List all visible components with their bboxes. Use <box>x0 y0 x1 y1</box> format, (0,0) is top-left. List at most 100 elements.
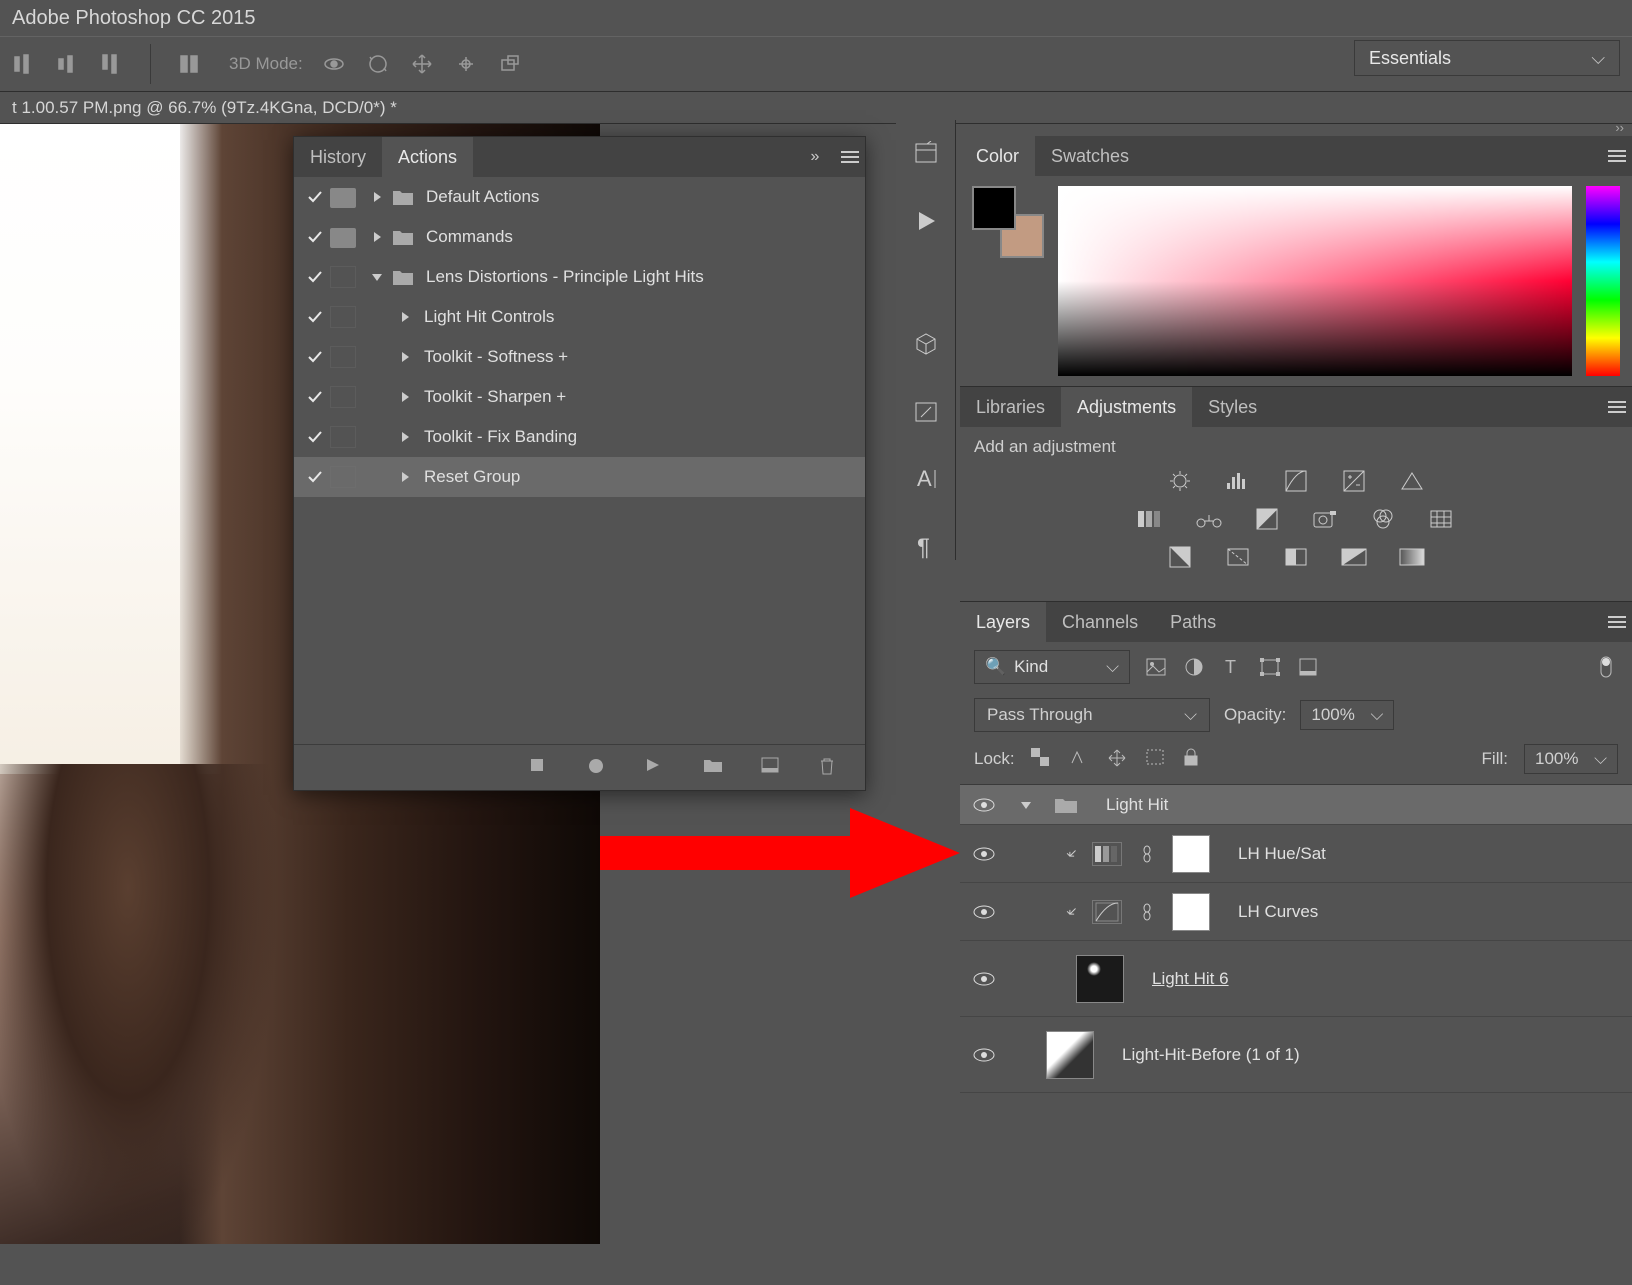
stop-icon[interactable] <box>529 757 551 779</box>
action-checkmark[interactable] <box>300 230 330 244</box>
action-row[interactable]: Commands <box>294 217 865 257</box>
chevron-right-icon[interactable] <box>366 191 388 203</box>
tab-history[interactable]: History <box>294 137 382 177</box>
tab-swatches[interactable]: Swatches <box>1035 136 1145 176</box>
layer-row[interactable]: Light-Hit-Before (1 of 1) <box>960 1017 1632 1093</box>
lock-artboard-icon[interactable] <box>1145 748 1167 770</box>
exposure-icon[interactable] <box>1339 469 1369 493</box>
action-dialog-toggle[interactable] <box>330 186 356 208</box>
tab-styles[interactable]: Styles <box>1192 387 1273 427</box>
chevron-right-icon[interactable] <box>394 431 416 443</box>
record-icon[interactable] <box>587 757 609 779</box>
action-checkmark[interactable] <box>300 350 330 364</box>
layer-row[interactable]: Light Hit 6 <box>960 941 1632 1017</box>
chevron-down-icon[interactable] <box>366 272 388 282</box>
selective-color-icon[interactable] <box>1397 545 1427 569</box>
tab-color[interactable]: Color <box>960 136 1035 176</box>
chevron-down-icon[interactable] <box>1020 800 1032 810</box>
color-lookup-icon[interactable] <box>1426 507 1456 531</box>
filter-toggle[interactable] <box>1594 655 1618 679</box>
chevron-right-icon[interactable] <box>394 311 416 323</box>
action-dialog-toggle[interactable] <box>330 386 356 408</box>
lock-image-icon[interactable] <box>1069 748 1091 770</box>
tab-channels[interactable]: Channels <box>1046 602 1154 642</box>
chevron-right-icon[interactable] <box>366 231 388 243</box>
lock-all-icon[interactable] <box>1183 748 1205 770</box>
posterize-icon[interactable] <box>1223 545 1253 569</box>
tab-layers[interactable]: Layers <box>960 602 1046 642</box>
slide-icon[interactable] <box>453 51 479 77</box>
layer-row[interactable]: LH Hue/Sat <box>960 825 1632 883</box>
action-dialog-toggle[interactable] <box>330 346 356 368</box>
gradient-map-icon[interactable] <box>1339 545 1369 569</box>
filter-shape-icon[interactable] <box>1258 655 1282 679</box>
color-balance-icon[interactable] <box>1194 507 1224 531</box>
chevron-right-icon[interactable] <box>394 351 416 363</box>
visibility-toggle[interactable] <box>970 971 998 987</box>
action-checkmark[interactable] <box>300 430 330 444</box>
collapse-icon[interactable]: » <box>795 137 835 177</box>
black-white-icon[interactable] <box>1252 507 1282 531</box>
visibility-toggle[interactable] <box>970 797 998 813</box>
action-row[interactable]: Default Actions <box>294 177 865 217</box>
orbit-icon[interactable] <box>321 51 347 77</box>
color-swatches[interactable] <box>972 186 1044 258</box>
history-dock-icon[interactable] <box>909 140 943 167</box>
photo-filter-icon[interactable] <box>1310 507 1340 531</box>
vibrance-icon[interactable] <box>1397 469 1427 493</box>
visibility-toggle[interactable] <box>970 1047 998 1063</box>
tab-libraries[interactable]: Libraries <box>960 387 1061 427</box>
roll-icon[interactable] <box>365 51 391 77</box>
pan-icon[interactable] <box>409 51 435 77</box>
filter-kind-select[interactable]: 🔍 Kind ⌵ <box>974 650 1130 684</box>
3d-dock-icon[interactable] <box>909 331 943 358</box>
workspace-select[interactable]: Essentials ⌵ <box>1354 40 1620 76</box>
layer-name[interactable]: Light Hit <box>1106 795 1168 815</box>
play-icon[interactable] <box>645 757 667 779</box>
invert-icon[interactable] <box>1165 545 1195 569</box>
foreground-color-swatch[interactable] <box>972 186 1016 230</box>
threshold-icon[interactable] <box>1281 545 1311 569</box>
opacity-select[interactable]: 100% ⌵ <box>1300 700 1394 730</box>
layer-row[interactable]: LH Curves <box>960 883 1632 941</box>
tab-actions[interactable]: Actions <box>382 137 473 177</box>
panel-menu-icon[interactable] <box>835 137 865 177</box>
filter-smart-icon[interactable] <box>1296 655 1320 679</box>
action-row[interactable]: Toolkit - Softness + <box>294 337 865 377</box>
character-dock-icon[interactable]: A <box>909 465 943 492</box>
curves-icon[interactable] <box>1281 469 1311 493</box>
filter-adjustment-icon[interactable] <box>1182 655 1206 679</box>
action-dialog-toggle[interactable] <box>330 466 356 488</box>
action-row[interactable]: Reset Group <box>294 457 865 497</box>
visibility-toggle[interactable] <box>970 904 998 920</box>
layer-name[interactable]: Light Hit 6 <box>1152 969 1229 989</box>
align-icon-2[interactable] <box>54 51 80 77</box>
collapse-right-icon[interactable]: ›› <box>960 120 1632 136</box>
action-checkmark[interactable] <box>300 390 330 404</box>
layer-name[interactable]: Light-Hit-Before (1 of 1) <box>1122 1045 1300 1065</box>
filter-type-icon[interactable]: T <box>1220 655 1244 679</box>
layer-name[interactable]: LH Curves <box>1238 902 1318 922</box>
action-row[interactable]: Toolkit - Fix Banding <box>294 417 865 457</box>
action-checkmark[interactable] <box>300 310 330 324</box>
fill-select[interactable]: 100% ⌵ <box>1524 744 1618 774</box>
action-checkmark[interactable] <box>300 270 330 284</box>
action-row[interactable]: Toolkit - Sharpen + <box>294 377 865 417</box>
properties-dock-icon[interactable] <box>909 398 943 425</box>
panel-menu-icon[interactable] <box>1602 602 1632 642</box>
mask-thumb[interactable] <box>1172 835 1210 873</box>
scale-icon[interactable] <box>497 51 523 77</box>
hue-slider[interactable] <box>1586 186 1620 376</box>
channel-mixer-icon[interactable] <box>1368 507 1398 531</box>
panel-menu-icon[interactable] <box>1602 387 1632 427</box>
actions-dock-icon[interactable] <box>909 207 943 234</box>
action-dialog-toggle[interactable] <box>330 426 356 448</box>
action-checkmark[interactable] <box>300 470 330 484</box>
filter-pixel-icon[interactable] <box>1144 655 1168 679</box>
align-icon-3[interactable] <box>98 51 124 77</box>
new-set-icon[interactable] <box>703 757 725 779</box>
action-row[interactable]: Lens Distortions - Principle Light Hits <box>294 257 865 297</box>
levels-icon[interactable] <box>1223 469 1253 493</box>
chevron-right-icon[interactable] <box>394 391 416 403</box>
layer-thumb[interactable] <box>1076 955 1124 1003</box>
